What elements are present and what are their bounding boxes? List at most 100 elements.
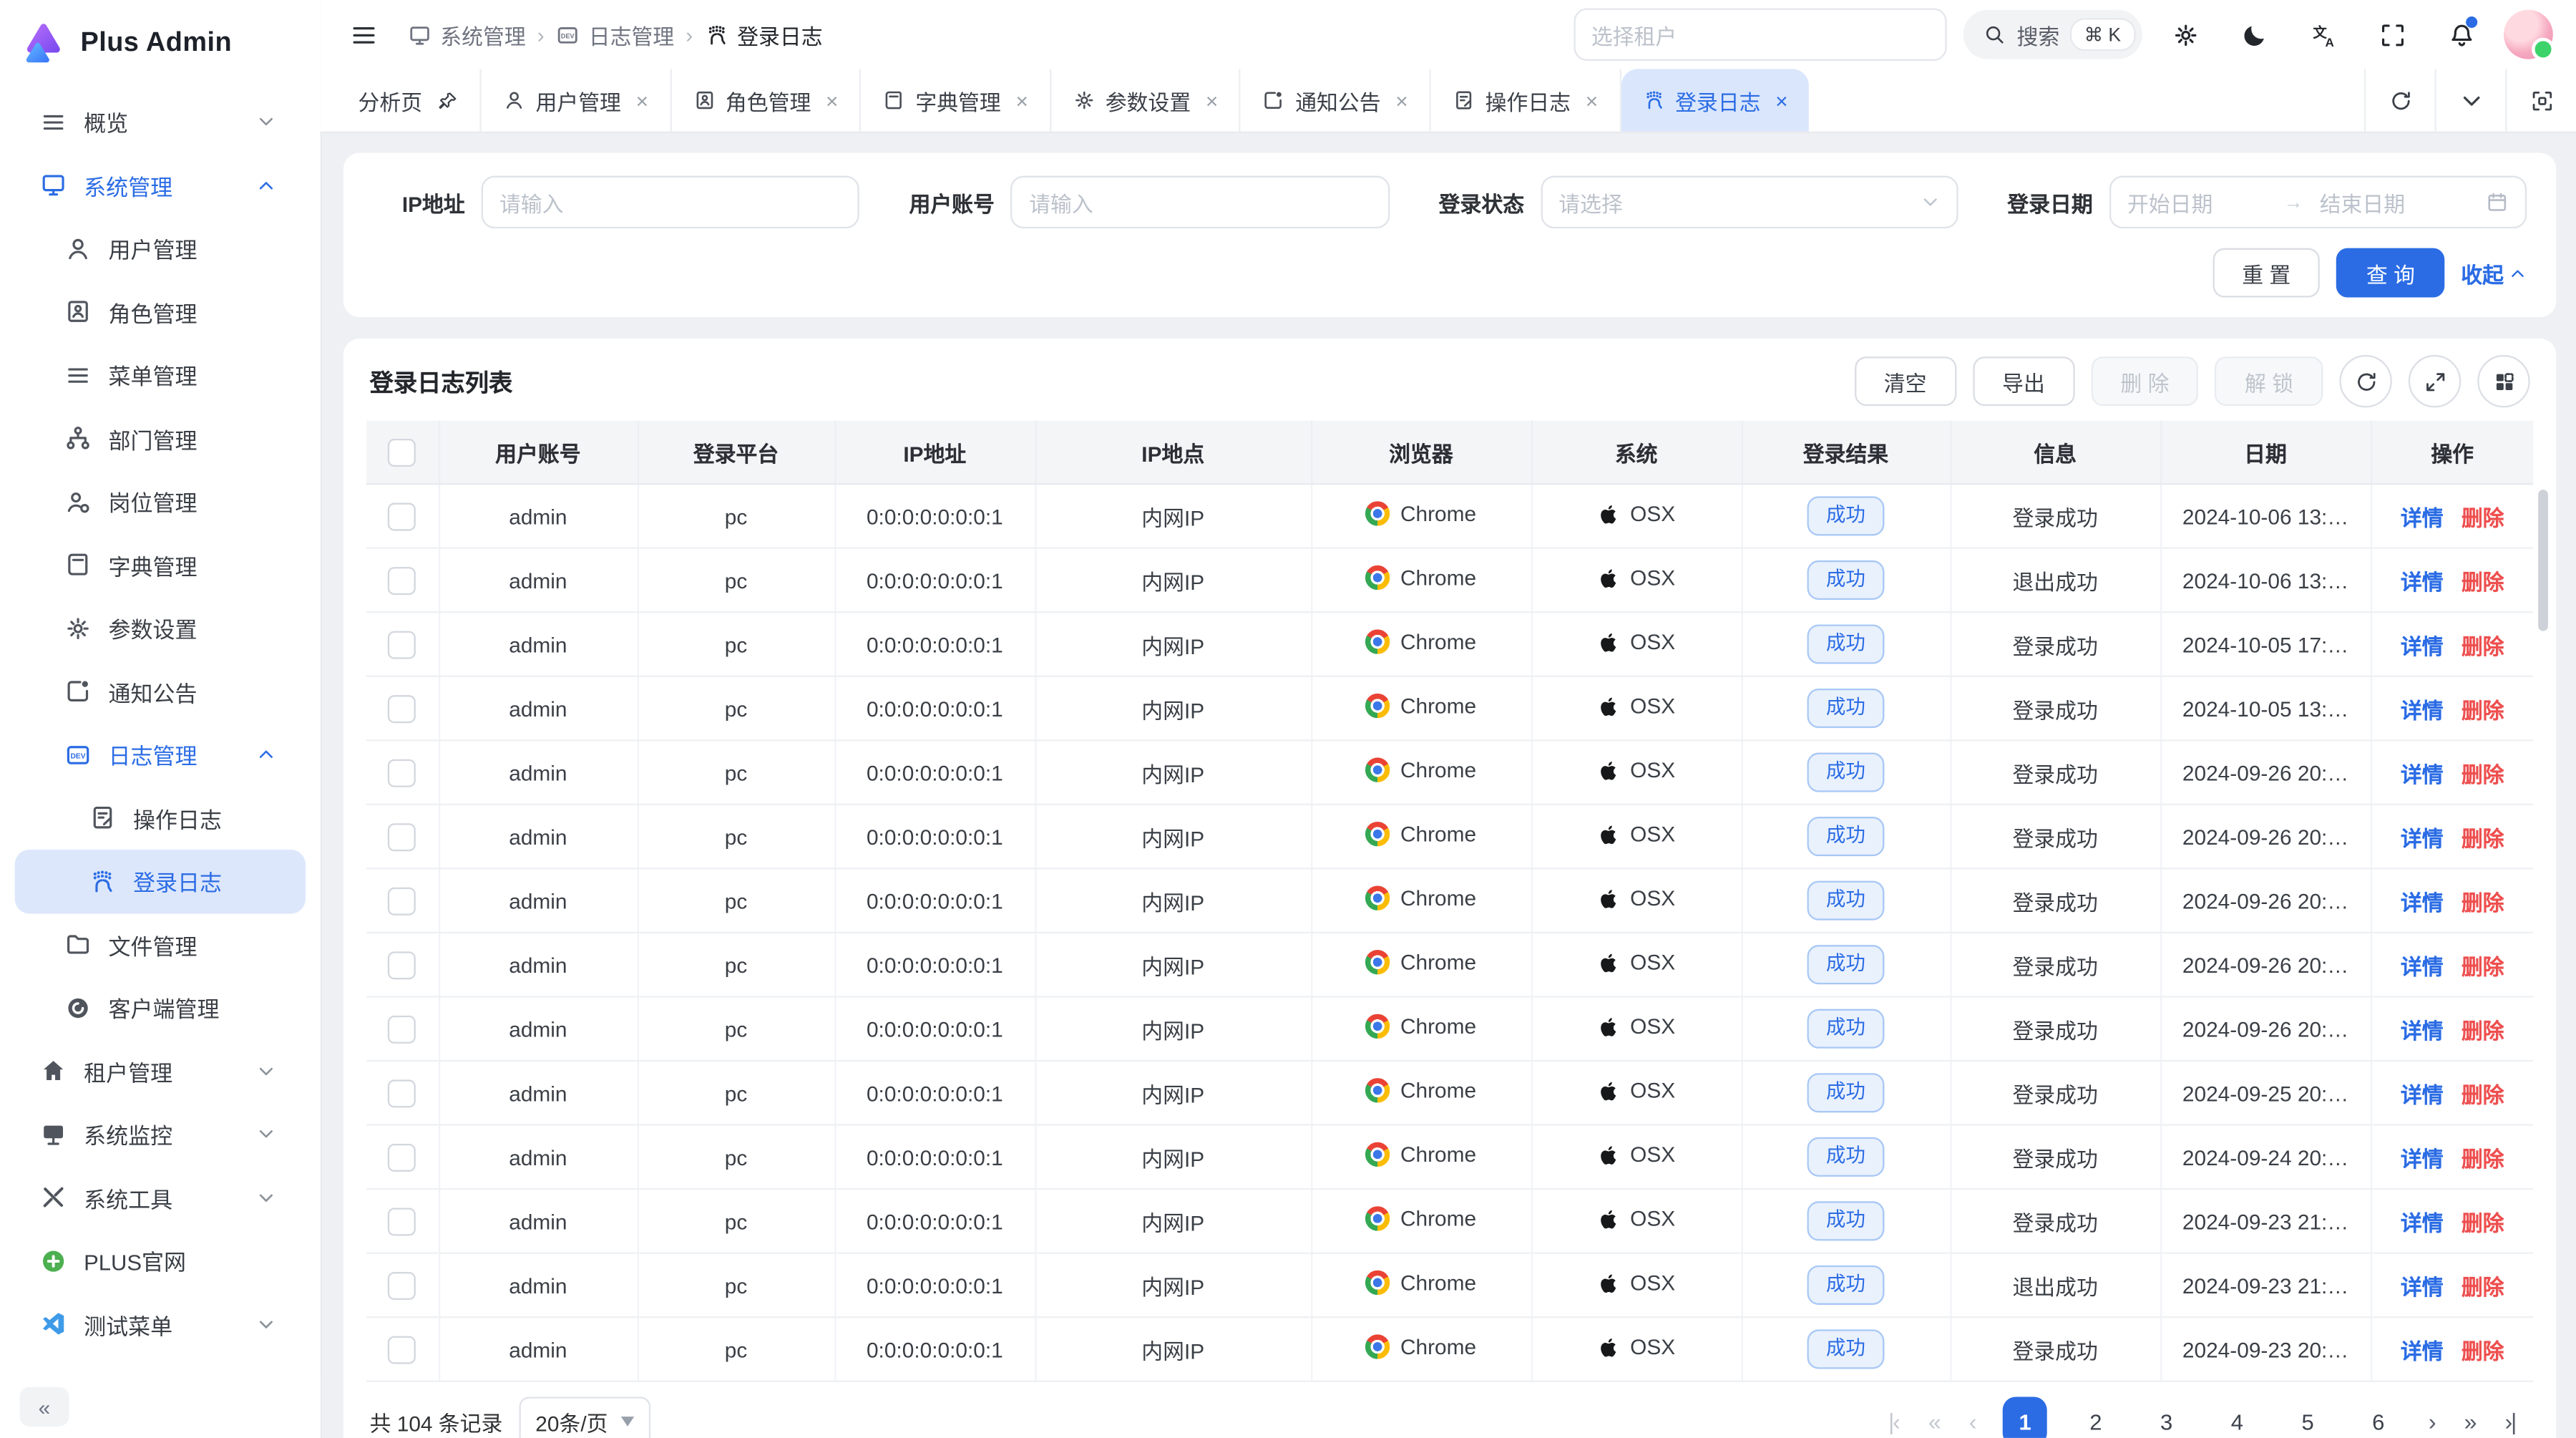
- sidebar-item-menu-mgmt[interactable]: 菜单管理: [15, 344, 306, 407]
- delete-link[interactable]: 删除: [2462, 570, 2504, 594]
- tab-dict-mgmt[interactable]: 字典管理×: [862, 69, 1051, 131]
- delete-link[interactable]: 删除: [2462, 1018, 2504, 1042]
- page-last-button[interactable]: ›|: [2505, 1409, 2515, 1435]
- sidebar-item-dept-mgmt[interactable]: 部门管理: [15, 407, 306, 470]
- row-checkbox[interactable]: [388, 694, 416, 722]
- sidebar-item-role-mgmt[interactable]: 角色管理: [15, 280, 306, 343]
- delete-link[interactable]: 删除: [2462, 633, 2504, 658]
- sidebar-item-operation-log[interactable]: 操作日志: [15, 787, 306, 850]
- sidebar-item-client-mgmt[interactable]: 客户端管理: [15, 976, 306, 1039]
- tab-user-mgmt[interactable]: 用户管理×: [482, 69, 671, 131]
- table-scrollbar[interactable]: [2538, 490, 2548, 631]
- tab-param-settings[interactable]: 参数设置×: [1051, 69, 1241, 131]
- breadcrumb-item[interactable]: 系统管理: [407, 19, 525, 50]
- delete-link[interactable]: 删除: [2462, 1339, 2504, 1363]
- sidebar-item-system-monitor[interactable]: 系统监控: [15, 1103, 306, 1166]
- sidebar-item-test-menu[interactable]: 测试菜单: [15, 1293, 306, 1356]
- delete-link[interactable]: 删除: [2462, 1210, 2504, 1235]
- row-checkbox[interactable]: [388, 566, 416, 594]
- delete-link[interactable]: 删除: [2462, 826, 2504, 850]
- row-checkbox[interactable]: [388, 1079, 416, 1107]
- tab-close-icon[interactable]: ×: [1586, 88, 1598, 112]
- sidebar-pin-icon[interactable]: [274, 1394, 301, 1420]
- expand-table-button[interactable]: [2409, 355, 2461, 407]
- detail-link[interactable]: 详情: [2401, 954, 2444, 978]
- sidebar-item-notice[interactable]: 通知公告: [15, 660, 306, 723]
- tab-close-icon[interactable]: ×: [636, 88, 648, 112]
- tab-close-icon[interactable]: ×: [1206, 88, 1218, 112]
- login-status-select[interactable]: 请选择: [1541, 176, 1958, 228]
- login-date-input[interactable]: 开始日期→结束日期: [2109, 176, 2527, 228]
- detail-link[interactable]: 详情: [2401, 1274, 2444, 1298]
- clear-button[interactable]: 清空: [1854, 356, 1956, 406]
- detail-link[interactable]: 详情: [2401, 762, 2444, 786]
- sidebar-collapse-button[interactable]: «: [20, 1387, 69, 1427]
- column-settings-button[interactable]: [2477, 355, 2529, 407]
- tab-list-chevron-button[interactable]: [2435, 69, 2506, 131]
- sidebar-item-overview[interactable]: 概览: [15, 90, 306, 153]
- breadcrumb-item[interactable]: DEV日志管理: [556, 19, 674, 50]
- sidebar-item-file-mgmt[interactable]: 文件管理: [15, 913, 306, 976]
- sidebar-item-dict-mgmt[interactable]: 字典管理: [15, 533, 306, 596]
- detail-link[interactable]: 详情: [2401, 1210, 2444, 1235]
- sidebar-item-param-settings[interactable]: 参数设置: [15, 596, 306, 659]
- content-fullscreen-button[interactable]: [2505, 69, 2576, 131]
- detail-link[interactable]: 详情: [2401, 505, 2444, 530]
- user-account-input[interactable]: 请输入: [1011, 176, 1390, 228]
- detail-link[interactable]: 详情: [2401, 826, 2444, 850]
- sidebar-item-system-tools[interactable]: 系统工具: [15, 1166, 306, 1229]
- sidebar-item-system-mgmt[interactable]: 系统管理: [15, 154, 306, 217]
- page-number-6[interactable]: 6: [2356, 1397, 2401, 1438]
- row-checkbox[interactable]: [388, 1015, 416, 1043]
- delete-link[interactable]: 删除: [2462, 1146, 2504, 1170]
- delete-link[interactable]: 删除: [2462, 890, 2504, 914]
- language-button[interactable]: 文A: [2297, 8, 2349, 60]
- tab-close-icon[interactable]: ×: [1395, 88, 1407, 112]
- sidebar-item-post-mgmt[interactable]: 岗位管理: [15, 470, 306, 533]
- collapse-filters-link[interactable]: 收起: [2461, 257, 2527, 288]
- tab-role-mgmt[interactable]: 角色管理×: [671, 69, 861, 131]
- fullscreen-button[interactable]: [2366, 8, 2418, 60]
- reset-button[interactable]: 重 置: [2212, 248, 2321, 298]
- detail-link[interactable]: 详情: [2401, 570, 2444, 594]
- row-checkbox[interactable]: [388, 951, 416, 978]
- export-button[interactable]: 导出: [1973, 356, 2074, 406]
- row-checkbox[interactable]: [388, 759, 416, 787]
- page-number-2[interactable]: 2: [2074, 1397, 2118, 1438]
- delete-link[interactable]: 删除: [2462, 698, 2504, 722]
- notifications-button[interactable]: [2435, 8, 2487, 60]
- tab-notice[interactable]: 通知公告×: [1241, 69, 1430, 131]
- delete-link[interactable]: 删除: [2462, 1274, 2504, 1298]
- delete-link[interactable]: 删除: [2462, 762, 2504, 786]
- detail-link[interactable]: 详情: [2401, 698, 2444, 722]
- refresh-tab-button[interactable]: [2364, 69, 2435, 131]
- row-checkbox[interactable]: [388, 1207, 416, 1235]
- detail-link[interactable]: 详情: [2401, 633, 2444, 658]
- theme-toggle-button[interactable]: [2228, 8, 2280, 60]
- row-checkbox[interactable]: [388, 1143, 416, 1171]
- detail-link[interactable]: 详情: [2401, 1082, 2444, 1107]
- select-all-checkbox[interactable]: [388, 438, 416, 466]
- sidebar-item-workflow[interactable]: 工作流: [15, 1356, 306, 1376]
- row-checkbox[interactable]: [388, 1271, 416, 1299]
- page-number-3[interactable]: 3: [2145, 1397, 2189, 1438]
- tab-login-log[interactable]: 登录日志×: [1621, 69, 1809, 131]
- page-number-1[interactable]: 1: [2003, 1397, 2047, 1438]
- row-checkbox[interactable]: [388, 1335, 416, 1363]
- hamburger-icon[interactable]: [350, 21, 378, 49]
- sidebar-item-tenant-mgmt[interactable]: 租户管理: [15, 1039, 306, 1102]
- settings-button[interactable]: [2159, 8, 2211, 60]
- tab-analysis[interactable]: 分析页: [337, 69, 482, 131]
- detail-link[interactable]: 详情: [2401, 890, 2444, 914]
- search-button[interactable]: 查 询: [2337, 248, 2445, 298]
- row-checkbox[interactable]: [388, 631, 416, 659]
- row-checkbox[interactable]: [388, 822, 416, 850]
- sidebar-item-log-mgmt[interactable]: DEV日志管理: [15, 723, 306, 786]
- page-next5-button[interactable]: »: [2464, 1409, 2476, 1435]
- detail-link[interactable]: 详情: [2401, 1146, 2444, 1170]
- sidebar-item-plus-site[interactable]: PLUS官网: [15, 1229, 306, 1292]
- sidebar-item-user-mgmt[interactable]: 用户管理: [15, 217, 306, 280]
- page-number-5[interactable]: 5: [2285, 1397, 2330, 1438]
- delete-link[interactable]: 删除: [2462, 954, 2504, 978]
- page-number-4[interactable]: 4: [2215, 1397, 2259, 1438]
